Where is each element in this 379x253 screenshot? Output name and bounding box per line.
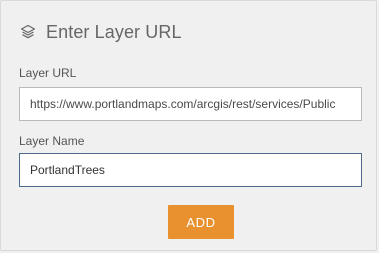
panel-title: Enter Layer URL [46,21,182,42]
layer-url-input[interactable] [19,87,362,121]
layer-name-label: Layer Name [19,134,85,148]
add-button[interactable]: ADD [168,205,234,239]
panel-header: Enter Layer URL [19,18,182,46]
layer-name-input[interactable] [19,153,362,187]
layers-icon [19,23,37,41]
enter-layer-url-panel: Enter Layer URL Layer URL Layer Name ADD [0,0,377,251]
layer-url-label: Layer URL [19,66,77,80]
